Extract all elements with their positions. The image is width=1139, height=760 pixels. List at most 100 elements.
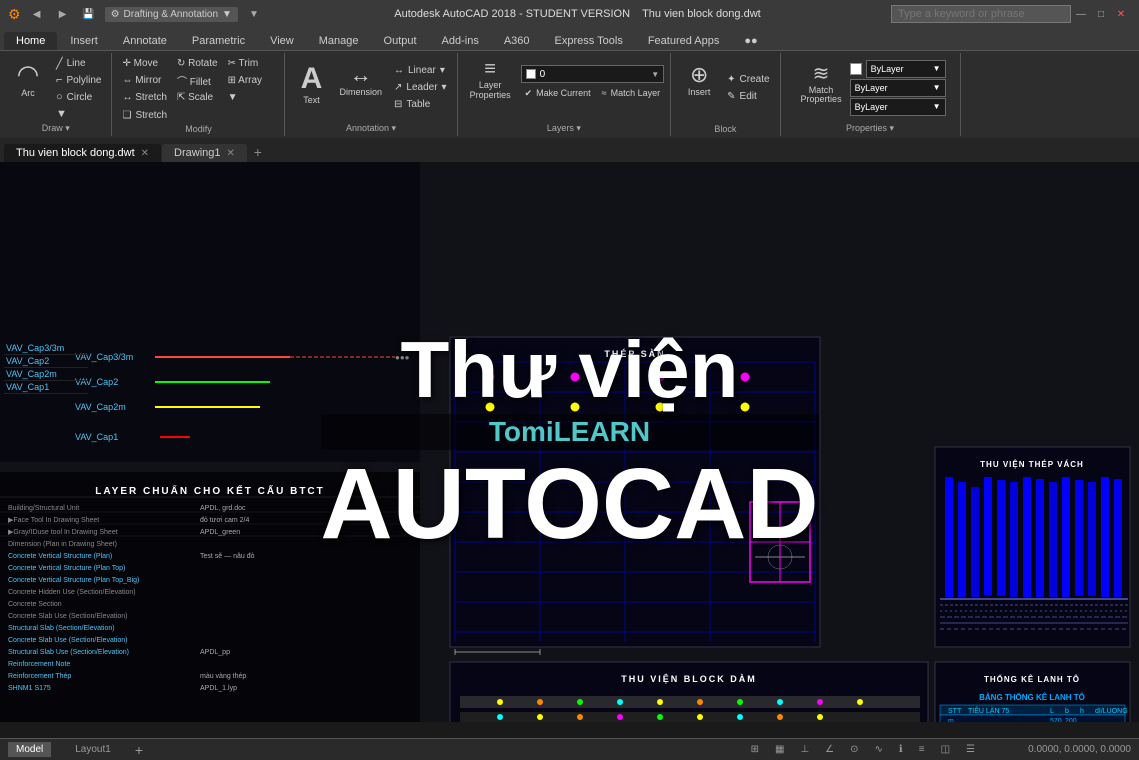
match-properties-icon: ≋: [813, 64, 830, 84]
dynin-btn[interactable]: ℹ: [899, 744, 903, 755]
add-tab-button[interactable]: +: [248, 142, 268, 162]
modify-more-btn[interactable]: ▼: [224, 89, 267, 105]
svg-text:dI/LUONG: dI/LUONG: [1095, 708, 1128, 715]
scale-btn[interactable]: ⇱ Scale: [173, 89, 222, 105]
color-row: ByLayer ▼: [850, 60, 946, 78]
layer-name-vav1[interactable]: VAV_Cap1: [6, 382, 86, 392]
layer-name-vav3[interactable]: VAV_Cap3/3m: [6, 343, 86, 353]
layer-color-swatch: [526, 69, 536, 79]
draw-dropdown-btn[interactable]: ▼: [52, 106, 105, 122]
tab-featured[interactable]: Featured Apps: [636, 32, 732, 50]
table-btn[interactable]: ⊟ Table: [390, 97, 451, 113]
color-dropdown[interactable]: ByLayer ▼: [866, 60, 946, 78]
svg-text:APDL, grd.doc: APDL, grd.doc: [200, 505, 246, 512]
copy-btn[interactable]: ❑ Stretch: [118, 107, 171, 123]
tab-more[interactable]: ●●: [732, 32, 769, 50]
stretch-btn[interactable]: ↔ Stretch: [118, 89, 170, 105]
block-create-btn[interactable]: ✦ Create: [723, 71, 773, 87]
workspace-dropdown[interactable]: ⚙ Drafting & Annotation ▼: [105, 7, 238, 22]
tab-output[interactable]: Output: [372, 32, 429, 50]
transparency-btn[interactable]: ◫: [941, 744, 950, 755]
line-btn[interactable]: ╱ Line: [52, 55, 105, 71]
svg-text:VAV_Cap2m: VAV_Cap2m: [75, 402, 126, 412]
minimize-btn[interactable]: —: [1071, 4, 1091, 24]
svg-text:màu vàng thép: màu vàng thép: [200, 673, 246, 680]
svg-text:Concrete Hidden Use (Section/E: Concrete Hidden Use (Section/Elevation): [8, 589, 136, 596]
maximize-btn[interactable]: □: [1091, 4, 1111, 24]
tab-insert[interactable]: Insert: [58, 32, 110, 50]
layer-properties-button[interactable]: ≡ LayerProperties: [464, 55, 517, 111]
grid-btn[interactable]: ▦: [775, 744, 784, 755]
tab-manage[interactable]: Manage: [307, 32, 371, 50]
svg-text:200: 200: [1065, 718, 1077, 722]
array-btn[interactable]: ⊞ Array: [224, 72, 267, 88]
svg-text:LAYER CHUẨN CHO KẾT CẤU BTCT: LAYER CHUẨN CHO KẾT CẤU BTCT: [95, 484, 325, 497]
quickprop-btn[interactable]: ☰: [966, 744, 975, 755]
canvas-content: VAV_Cap3/3m ●●● VAV_Cap2 VAV_Cap2m VAV_C…: [0, 162, 1139, 722]
layout1-tab[interactable]: Layout1: [67, 742, 119, 757]
circle-icon: ○: [56, 91, 63, 103]
move-btn[interactable]: ✛ Move: [118, 55, 170, 71]
snap-btn[interactable]: ⊞: [751, 744, 759, 755]
ribbon-content: ◠ Arc ╱ Line ⌐ Polyline ○ Circle ▼ Draw …: [0, 50, 1139, 138]
search-input[interactable]: [891, 5, 1071, 23]
text-button[interactable]: A Text: [291, 60, 331, 116]
nav-back-btn[interactable]: ◀: [27, 4, 47, 24]
leader-btn[interactable]: ↗ Leader ▾: [390, 80, 451, 96]
svg-text:b: b: [1065, 708, 1069, 715]
svg-text:Structural Slab Use (Section/E: Structural Slab Use (Section/Elevation): [8, 649, 129, 656]
coords-display: 0.0000, 0.0000, 0.0000: [991, 744, 1131, 755]
lineweight-dropdown-arrow-icon: ▼: [933, 102, 941, 111]
model-tab[interactable]: Model: [8, 742, 51, 757]
svg-text:▶Gray/IDuse tool In Drawing Sh: ▶Gray/IDuse tool In Drawing Sheet: [8, 529, 118, 536]
polyline-btn[interactable]: ⌐ Polyline: [52, 72, 105, 88]
linetype-dropdown-arrow-icon: ▼: [933, 83, 941, 92]
svg-text:đỏ tươi cam 2/4: đỏ tươi cam 2/4: [200, 516, 249, 524]
lineweight-dropdown[interactable]: ByLayer ▼: [850, 98, 946, 116]
arc-icon: ◠: [17, 61, 40, 87]
rotate-btn[interactable]: ↻ Rotate: [173, 55, 222, 71]
tab-home[interactable]: Home: [4, 32, 57, 50]
save-btn[interactable]: 💾: [79, 4, 99, 24]
tab-addins[interactable]: Add-ins: [430, 32, 491, 50]
ortho-btn[interactable]: ⊥: [800, 744, 809, 755]
fillet-btn[interactable]: ⌒ Fillet: [173, 72, 222, 88]
nav-forward-btn[interactable]: ▶: [53, 4, 73, 24]
tab-express[interactable]: Express Tools: [543, 32, 635, 50]
workspace-settings-btn[interactable]: ▼: [244, 4, 264, 24]
doc-tab-drawing1[interactable]: Drawing1 ✕: [162, 144, 247, 162]
insert-button[interactable]: ⊕ Insert: [677, 60, 721, 116]
tab-parametric[interactable]: Parametric: [180, 32, 257, 50]
canvas-area: VAV_Cap3/3m ●●● VAV_Cap2 VAV_Cap2m VAV_C…: [0, 162, 1139, 722]
polar-btn[interactable]: ∠: [825, 744, 834, 755]
tab-annotate[interactable]: Annotate: [111, 32, 179, 50]
circle-btn[interactable]: ○ Circle: [52, 89, 105, 105]
svg-text:Reinforcement Thép: Reinforcement Thép: [8, 673, 71, 680]
tab-a360[interactable]: A360: [492, 32, 542, 50]
arc-button[interactable]: ◠ Arc: [6, 57, 50, 121]
add-layout-btn[interactable]: +: [135, 742, 143, 758]
svg-text:h: h: [1080, 708, 1084, 715]
tab-view[interactable]: View: [258, 32, 306, 50]
lineweight-status-btn[interactable]: ≡: [919, 744, 925, 755]
trim-btn[interactable]: ✂ Trim: [224, 55, 267, 71]
close-doc-tab-main[interactable]: ✕: [141, 148, 149, 159]
svg-text:Concrete Section: Concrete Section: [8, 601, 62, 608]
layer-name-vav2m[interactable]: VAV_Cap2m: [6, 369, 86, 379]
match-layer-btn[interactable]: ≈ Match Layer: [598, 85, 664, 101]
doc-tab-main[interactable]: Thu vien block dong.dwt ✕: [4, 144, 161, 162]
block-edit-btn[interactable]: ✎ Edit: [723, 88, 773, 104]
make-current-btn[interactable]: ✔ Make Current: [521, 85, 595, 101]
match-properties-button[interactable]: ≋ MatchProperties: [795, 60, 848, 116]
close-doc-tab-drawing1[interactable]: ✕: [227, 148, 235, 159]
linetype-dropdown[interactable]: ByLayer ▼: [850, 79, 946, 97]
close-btn[interactable]: ✕: [1111, 4, 1131, 24]
layer-name-vav2[interactable]: VAV_Cap2: [6, 356, 86, 366]
otrack-btn[interactable]: ∿: [875, 744, 883, 755]
linear-btn[interactable]: ↔ Linear ▾: [390, 63, 451, 79]
svg-text:SHNM1 S175: SHNM1 S175: [8, 685, 51, 692]
mirror-btn[interactable]: ⇔ Mirror: [118, 72, 170, 88]
layer-dropdown[interactable]: 0 ▼: [521, 65, 665, 83]
osnap-btn[interactable]: ⊙: [850, 744, 858, 755]
dimension-button[interactable]: ↔ Dimension: [333, 60, 388, 116]
